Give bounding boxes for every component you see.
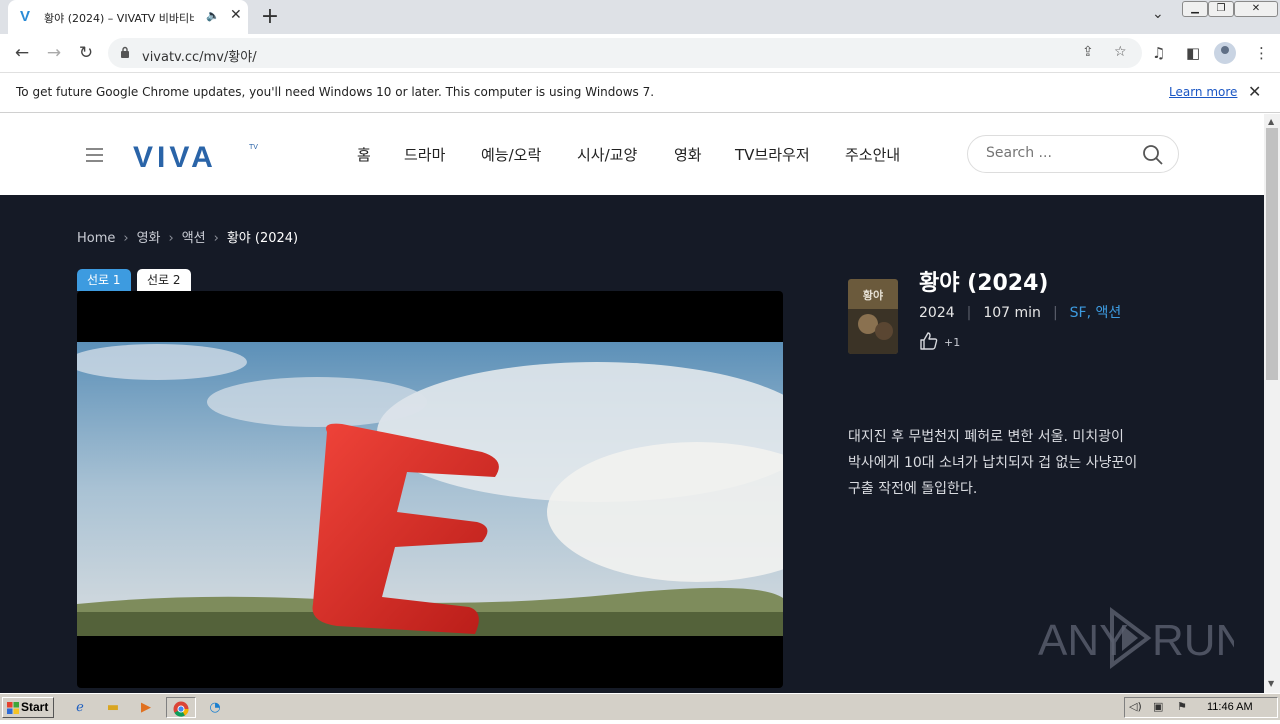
tab-favicon-icon: V	[20, 8, 31, 25]
main-content: Home › 영화 › 액션 › 황야 (2024) 선로 1 선로 2 황야 …	[0, 195, 1264, 693]
profile-avatar[interactable]	[1214, 42, 1236, 64]
video-frame	[77, 342, 783, 636]
poster-title: 황야	[863, 288, 883, 302]
page-scrollbar[interactable]: ▲ ▼	[1264, 114, 1280, 693]
anyrun-watermark: ANY RUN	[1038, 607, 1234, 669]
start-label: Start	[21, 700, 49, 714]
breadcrumb: Home › 영화 › 액션 › 황야 (2024)	[77, 227, 298, 246]
tab-strip: V 황야 (2024) – VIVATV 비바티비 🔈 ✕ + ⌄ ▁ ❐ ✕	[0, 0, 1280, 34]
chevron-right-icon: ›	[123, 231, 129, 246]
windows-flag-icon	[7, 702, 19, 714]
menu-kebab-icon[interactable]: ⋮	[1254, 44, 1269, 62]
learn-more-link[interactable]: Learn more	[1169, 85, 1237, 99]
media-control-icon[interactable]: ♫	[1152, 44, 1165, 62]
update-infobar: To get future Google Chrome updates, you…	[0, 72, 1280, 113]
nav-tv-browser[interactable]: TV브라우저	[735, 144, 810, 165]
search-box	[967, 135, 1179, 173]
bookmark-star-icon[interactable]: ☆	[1114, 44, 1127, 60]
network-icon[interactable]: ▣	[1153, 700, 1163, 713]
start-button[interactable]: Start	[2, 697, 54, 718]
chrome-logo-icon	[173, 701, 189, 717]
breadcrumb-movies[interactable]: 영화	[137, 231, 161, 246]
infobar-close-icon[interactable]: ✕	[1248, 82, 1261, 101]
internet-explorer-icon[interactable]: ℯ	[67, 697, 93, 718]
logo-superscript: TV	[249, 144, 258, 151]
media-player-icon[interactable]: ▶	[133, 697, 159, 718]
clock[interactable]: 11:46 AM	[1207, 701, 1253, 713]
window-close-button[interactable]: ✕	[1234, 1, 1278, 17]
back-arrow-icon[interactable]: ←	[10, 41, 34, 65]
server-tab-2[interactable]: 선로 2	[137, 269, 191, 291]
restore-button[interactable]: ❐	[1208, 1, 1234, 17]
side-panel-icon[interactable]: ◧	[1186, 44, 1200, 62]
address-bar[interactable]: vivatv.cc/mv/황야/ ⇪ ☆	[108, 38, 1142, 68]
minimize-button[interactable]: ▁	[1182, 1, 1208, 17]
chevron-right-icon: ›	[168, 231, 174, 246]
nav-drama[interactable]: 드라마	[404, 144, 445, 165]
hamburger-menu-icon[interactable]	[86, 148, 103, 162]
nav-home[interactable]: 홈	[357, 144, 371, 165]
genre-link-action[interactable]: 액션	[1096, 305, 1122, 321]
nav-address-info[interactable]: 주소안내	[845, 144, 900, 165]
nav-movies[interactable]: 영화	[674, 144, 702, 165]
edge-icon[interactable]: ◔	[202, 697, 228, 718]
thumbs-up-icon[interactable]	[919, 331, 939, 351]
server-tab-1[interactable]: 선로 1	[77, 269, 131, 291]
infobar-message: To get future Google Chrome updates, you…	[16, 85, 655, 99]
tab-title: 황야 (2024) – VIVATV 비바티비	[44, 12, 194, 25]
site-logo[interactable]: VIVA TV	[133, 140, 263, 170]
breadcrumb-action[interactable]: 액션	[182, 231, 206, 246]
speaker-icon[interactable]: 🔈	[206, 9, 220, 22]
browser-toolbar: ← → ↻ vivatv.cc/mv/황야/ ⇪ ☆ ♫ ◧ ⋮	[0, 34, 1280, 72]
folder-icon[interactable]: ▬	[100, 697, 126, 718]
lock-icon	[121, 46, 129, 58]
scroll-down-arrow-icon[interactable]: ▼	[1268, 679, 1274, 688]
scroll-thumb[interactable]	[1266, 128, 1278, 380]
movie-synopsis: 대지진 후 무법천지 폐허로 변한 서울. 미치광이 박사에게 10대 소녀가 …	[848, 429, 1138, 497]
nav-variety[interactable]: 예능/오락	[481, 144, 541, 165]
chevron-right-icon: ›	[213, 231, 219, 246]
breadcrumb-current: 황야 (2024)	[226, 231, 299, 246]
site-header: VIVA TV 홈 드라마 예능/오락 시사/교양 영화 TV브라우저 주소안내	[0, 114, 1264, 195]
movie-runtime: 107 min	[983, 305, 1041, 321]
search-input[interactable]	[986, 145, 1136, 161]
genre-link-sf[interactable]: SF	[1070, 305, 1087, 321]
windows-taskbar: Start ℯ ▬ ▶ ◔ ◁) ▣ ⚑ 11:46 AM	[0, 693, 1280, 720]
share-icon[interactable]: ⇪	[1082, 44, 1094, 60]
system-tray: ◁) ▣ ⚑ 11:46 AM	[1124, 697, 1278, 718]
movie-meta: 2024 | 107 min | SF, 액션	[919, 305, 1122, 321]
chrome-icon[interactable]	[166, 697, 196, 718]
watermark-right: RUN	[1152, 616, 1234, 665]
nav-current-affairs[interactable]: 시사/교양	[577, 144, 637, 165]
movie-poster[interactable]: 황야	[848, 279, 898, 354]
volume-icon[interactable]: ◁)	[1129, 700, 1142, 713]
logo-text: VIVA	[133, 141, 217, 170]
new-tab-button[interactable]: +	[260, 4, 280, 29]
action-center-flag-icon[interactable]: ⚑	[1177, 700, 1187, 713]
url-text[interactable]: vivatv.cc/mv/황야/	[142, 46, 257, 65]
browser-tab[interactable]: V 황야 (2024) – VIVATV 비바티비 🔈 ✕	[8, 0, 248, 34]
breadcrumb-home[interactable]: Home	[77, 231, 115, 246]
movie-title: 황야 (2024)	[919, 271, 1049, 296]
search-icon[interactable]	[1142, 144, 1164, 166]
tab-search-chevron-icon[interactable]: ⌄	[1152, 6, 1164, 22]
movie-year: 2024	[919, 305, 955, 321]
watermark-left: ANY	[1038, 616, 1128, 665]
forward-arrow-icon[interactable]: →	[42, 41, 66, 65]
reload-icon[interactable]: ↻	[74, 41, 98, 65]
video-player[interactable]	[77, 291, 783, 688]
tab-close-icon[interactable]: ✕	[230, 7, 242, 23]
like-count: +1	[944, 336, 961, 349]
scroll-up-arrow-icon[interactable]: ▲	[1268, 117, 1274, 126]
